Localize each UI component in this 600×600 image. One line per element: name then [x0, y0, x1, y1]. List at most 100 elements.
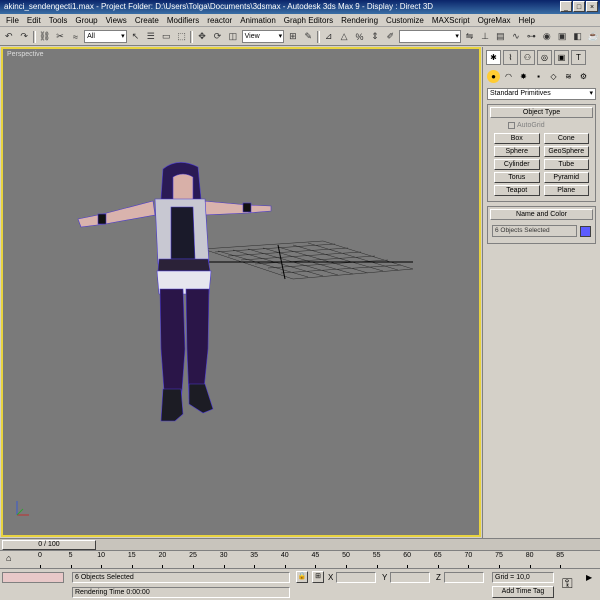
autogrid-checkbox-box[interactable] [508, 121, 515, 129]
primitive-category-dropdown[interactable]: Standard Primitives [487, 88, 596, 100]
object-type-header[interactable]: Object Type [490, 107, 593, 118]
menu-reactor[interactable]: reactor [203, 16, 236, 25]
cylinder-button[interactable]: Cylinder [494, 159, 540, 170]
y-coordinate-field[interactable] [390, 572, 430, 583]
spinner-snap-icon[interactable]: ⇕ [368, 30, 381, 44]
menu-animation[interactable]: Animation [236, 16, 280, 25]
layer-manager-icon[interactable]: ▤ [494, 30, 507, 44]
select-object-icon[interactable]: ↖ [129, 30, 142, 44]
geosphere-button[interactable]: GeoSphere [543, 146, 589, 157]
pyramid-button[interactable]: Pyramid [543, 172, 589, 183]
frame-tick-label: 10 [97, 552, 106, 559]
material-editor-icon[interactable]: ◉ [540, 30, 553, 44]
menu-group[interactable]: Group [71, 16, 101, 25]
shapes-icon[interactable]: ◠ [502, 70, 515, 83]
autogrid-checkbox[interactable]: AutoGrid [488, 120, 595, 131]
helpers-icon[interactable]: ◇ [547, 70, 560, 83]
create-tab-icon[interactable]: ✱ [486, 50, 501, 65]
reference-coordinate-dropdown[interactable]: View [241, 30, 285, 43]
plane-button[interactable]: Plane [543, 185, 589, 196]
menu-modifiers[interactable]: Modifiers [163, 16, 203, 25]
menu-tools[interactable]: Tools [45, 16, 72, 25]
hierarchy-tab-icon[interactable]: ⚇ [520, 50, 535, 65]
unlink-icon[interactable]: ✂ [53, 30, 66, 44]
menu-maxscript[interactable]: MAXScript [428, 16, 474, 25]
perspective-viewport[interactable]: Perspective [1, 47, 481, 537]
sphere-button[interactable]: Sphere [494, 146, 540, 157]
undo-icon[interactable]: ↶ [2, 30, 15, 44]
object-color-swatch[interactable] [580, 225, 591, 237]
modify-tab-icon[interactable]: ⌇ [503, 50, 518, 65]
snaps-toggle-icon[interactable]: ⊿ [322, 30, 335, 44]
render-frame-icon[interactable]: ◧ [571, 30, 584, 44]
utilities-tab-icon[interactable]: T [571, 50, 586, 65]
name-and-color-rollout: Name and Color 6 Objects Selected [487, 206, 596, 244]
geometry-icon[interactable]: ● [487, 70, 500, 83]
object-name-field[interactable]: 6 Objects Selected [492, 225, 577, 237]
object-type-rollout: Object Type AutoGrid Box Cone Sphere Geo… [487, 104, 596, 202]
quick-render-icon[interactable]: ☕ [586, 30, 599, 44]
redo-icon[interactable]: ↷ [17, 30, 30, 44]
close-button[interactable]: × [586, 1, 598, 12]
select-and-link-icon[interactable]: ⛓ [38, 30, 51, 44]
toolbar-separator [317, 30, 320, 43]
grid-size-display: Grid = 10,0 [492, 572, 554, 583]
torus-button[interactable]: Torus [494, 172, 540, 183]
select-by-name-icon[interactable]: ☰ [144, 30, 157, 44]
box-button[interactable]: Box [494, 133, 540, 144]
menu-graph-editors[interactable]: Graph Editors [280, 16, 337, 25]
track-bar[interactable]: ⌂ 0 5 10 15 20 25 30 35 40 45 50 55 60 65 70 75 80 85 [0, 550, 600, 568]
x-coordinate-field[interactable] [336, 572, 376, 583]
add-time-tag-button[interactable]: Add Time Tag [492, 586, 554, 598]
menu-views[interactable]: Views [102, 16, 131, 25]
selection-lock-icon[interactable]: 🔒 [296, 571, 308, 583]
menu-file[interactable]: File [2, 16, 23, 25]
window-crossing-icon[interactable]: ⬚ [175, 30, 188, 44]
name-and-color-header[interactable]: Name and Color [490, 209, 593, 220]
select-and-rotate-icon[interactable]: ⟳ [211, 30, 224, 44]
menu-edit[interactable]: Edit [23, 16, 45, 25]
pivot-center-icon[interactable]: ⊞ [286, 30, 299, 44]
menu-ogremax[interactable]: OgreMax [474, 16, 515, 25]
schematic-view-icon[interactable]: ⊶ [525, 30, 538, 44]
key-mode-icon[interactable]: ▶ [586, 573, 592, 582]
track-bar-filter-icon[interactable]: ⌂ [6, 553, 11, 563]
bind-space-warp-icon[interactable]: ≈ [69, 30, 82, 44]
cone-button[interactable]: Cone [543, 133, 589, 144]
menu-customize[interactable]: Customize [382, 16, 428, 25]
rectangular-selection-icon[interactable]: ▭ [160, 30, 173, 44]
select-and-move-icon[interactable]: ✥ [195, 30, 208, 44]
minimize-button[interactable]: _ [560, 1, 572, 12]
named-selection-sets-dropdown[interactable] [399, 30, 461, 43]
toolbar-separator [32, 30, 36, 43]
select-and-scale-icon[interactable]: ◫ [226, 30, 239, 44]
menu-create[interactable]: Create [131, 16, 163, 25]
teapot-button[interactable]: Teapot [494, 185, 540, 196]
selection-filter-dropdown[interactable]: All [84, 30, 127, 43]
align-icon[interactable]: ⊥ [478, 30, 491, 44]
lights-icon[interactable]: ✸ [517, 70, 530, 83]
set-key-icon[interactable]: ⚿ [562, 575, 573, 592]
angle-snap-icon[interactable]: △ [337, 30, 350, 44]
space-warps-icon[interactable]: ≋ [562, 70, 575, 83]
tube-button[interactable]: Tube [543, 159, 589, 170]
motion-tab-icon[interactable]: ◎ [537, 50, 552, 65]
cameras-icon[interactable]: ▪ [532, 70, 545, 83]
mirror-icon[interactable]: ⇋ [463, 30, 476, 44]
display-tab-icon[interactable]: ▣ [554, 50, 569, 65]
percent-snap-icon[interactable]: % [353, 30, 366, 44]
z-coordinate-field[interactable] [444, 572, 484, 583]
edit-named-selection-icon[interactable]: ✐ [384, 30, 397, 44]
time-slider[interactable]: 0 / 100 [0, 538, 600, 550]
maxscript-listener-mini[interactable] [2, 572, 64, 583]
menu-help[interactable]: Help [515, 16, 539, 25]
frame-tick-label: 60 [403, 552, 412, 559]
systems-icon[interactable]: ⚙ [577, 70, 590, 83]
select-and-manipulate-icon[interactable]: ✎ [302, 30, 315, 44]
time-slider-thumb[interactable]: 0 / 100 [2, 540, 96, 550]
absolute-mode-icon[interactable]: ⊞ [312, 571, 324, 583]
render-setup-icon[interactable]: ▣ [555, 30, 568, 44]
menu-rendering[interactable]: Rendering [337, 16, 382, 25]
maximize-button[interactable]: □ [573, 1, 585, 12]
curve-editor-icon[interactable]: ∿ [509, 30, 522, 44]
